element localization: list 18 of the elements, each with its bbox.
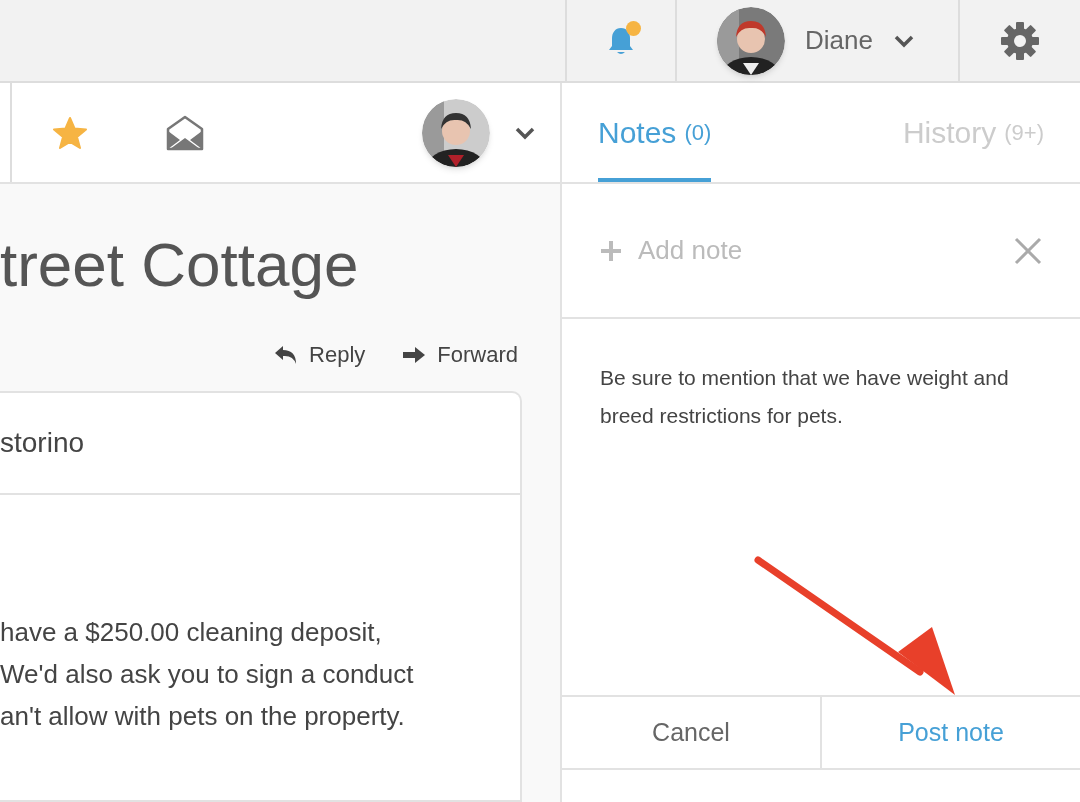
forward-button[interactable]: Forward	[401, 338, 518, 371]
star-icon[interactable]	[52, 115, 88, 150]
cancel-button[interactable]: Cancel	[562, 697, 820, 768]
open-envelope-icon[interactable]	[166, 114, 204, 151]
post-note-button[interactable]: Post note	[820, 697, 1080, 768]
bell-icon	[607, 25, 635, 56]
user-name[interactable]: Diane	[805, 21, 873, 60]
plus-icon	[600, 239, 622, 262]
settings-icon[interactable]	[1000, 20, 1040, 61]
close-icon[interactable]	[1014, 236, 1042, 265]
message-text: an't allow with pets on the property.	[0, 700, 406, 733]
user-menu-chevron-icon[interactable]	[892, 33, 915, 48]
message-text: We'd also ask you to sign a conduct	[0, 658, 415, 691]
message-text: have a $250.00 cleaning deposit,	[0, 616, 383, 649]
tab[interactable]: Notes (0)	[598, 83, 712, 182]
chevron-icon[interactable]	[514, 125, 536, 140]
reply-button[interactable]: Reply	[273, 338, 366, 371]
sender-name: storino	[0, 426, 85, 460]
